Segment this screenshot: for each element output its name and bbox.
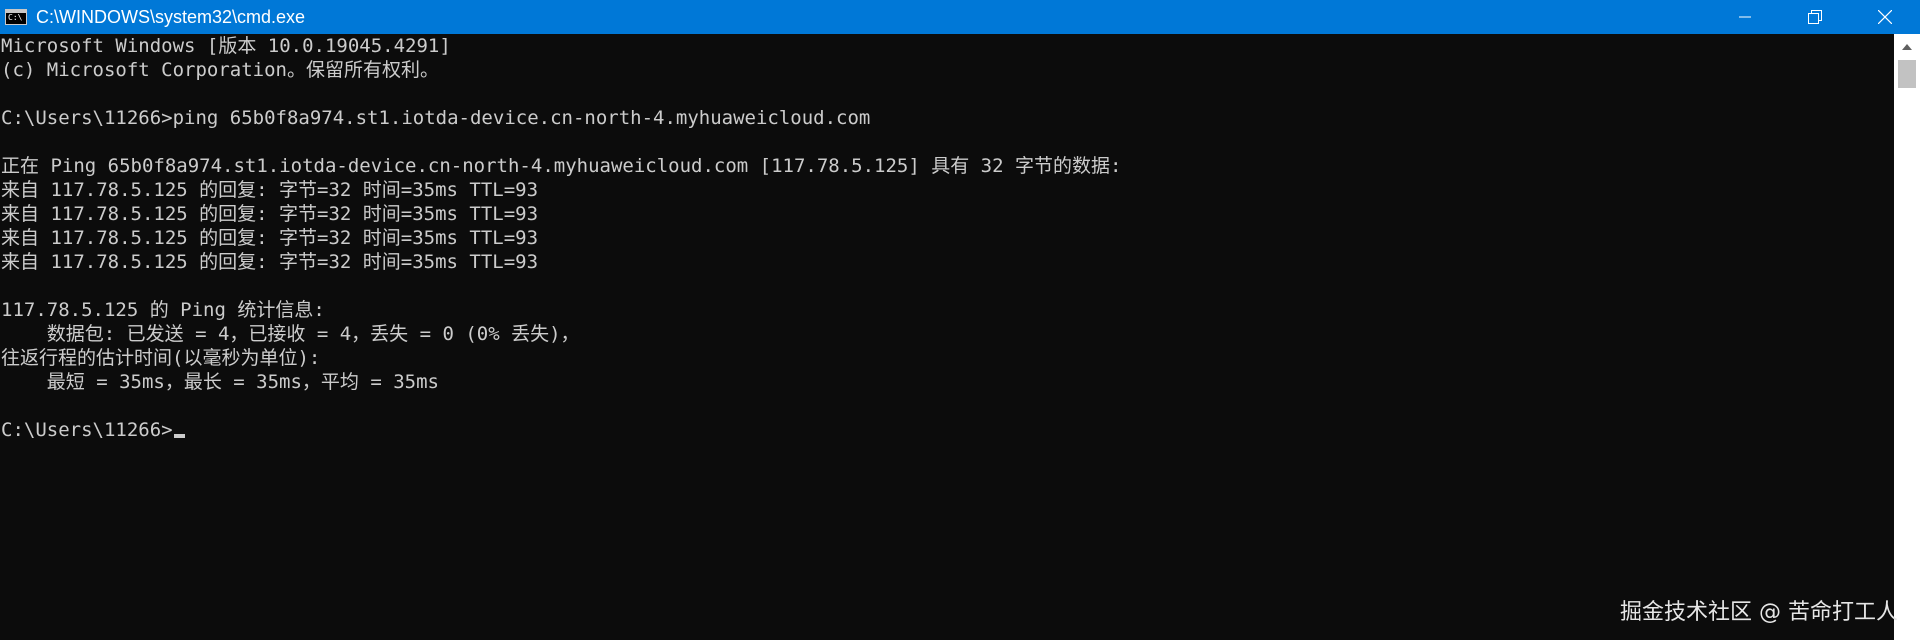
- scroll-thumb[interactable]: [1898, 60, 1916, 88]
- cmd-window: C:\ C:\WINDOWS\system32\cmd.exe Microsof…: [0, 0, 1920, 640]
- window-title: C:\WINDOWS\system32\cmd.exe: [36, 6, 306, 27]
- scroll-up-button[interactable]: [1894, 34, 1920, 58]
- close-icon: [1878, 10, 1892, 24]
- cmd-app-icon[interactable]: C:\: [5, 9, 27, 25]
- prompt-line[interactable]: C:\Users\11266>: [0, 418, 1894, 442]
- watermark: 掘金技术社区 @ 苦命打工人: [1620, 600, 1898, 625]
- console-line: (c) Microsoft Corporation。保留所有权利。: [1, 59, 439, 81]
- console-line: 最短 = 35ms，最长 = 35ms，平均 = 35ms: [1, 371, 439, 393]
- console-line: 数据包: 已发送 = 4，已接收 = 4，丢失 = 0 (0% 丢失)，: [1, 323, 580, 345]
- console-line: 来自 117.78.5.125 的回复: 字节=32 时间=35ms TTL=9…: [1, 227, 539, 249]
- minimize-icon: [1739, 11, 1751, 23]
- console-line: C:\Users\11266>ping 65b0f8a974.st1.iotda…: [1, 107, 871, 129]
- text-cursor: [173, 434, 185, 438]
- console-line: 117.78.5.125 的 Ping 统计信息:: [1, 299, 325, 321]
- window-controls: [1710, 0, 1920, 34]
- close-button[interactable]: [1850, 0, 1920, 34]
- console-line: 来自 117.78.5.125 的回复: 字节=32 时间=35ms TTL=9…: [1, 251, 539, 273]
- restore-icon: [1808, 10, 1822, 24]
- minimize-button[interactable]: [1710, 0, 1780, 34]
- restore-button[interactable]: [1780, 0, 1850, 34]
- title-bar[interactable]: C:\ C:\WINDOWS\system32\cmd.exe: [0, 0, 1920, 34]
- console-line: 正在 Ping 65b0f8a974.st1.iotda-device.cn-n…: [1, 155, 1122, 177]
- console-line: 来自 117.78.5.125 的回复: 字节=32 时间=35ms TTL=9…: [1, 203, 539, 225]
- console-output[interactable]: Microsoft Windows [版本 10.0.19045.4291] (…: [0, 34, 1894, 640]
- console-line: Microsoft Windows [版本 10.0.19045.4291]: [1, 35, 451, 57]
- console-line: 来自 117.78.5.125 的回复: 字节=32 时间=35ms TTL=9…: [1, 179, 539, 201]
- vertical-scrollbar[interactable]: [1894, 34, 1920, 640]
- scroll-up-arrow-icon: [1902, 37, 1912, 55]
- console-line: 往返行程的估计时间(以毫秒为单位):: [1, 347, 321, 369]
- prompt-text: C:\Users\11266>: [1, 419, 173, 441]
